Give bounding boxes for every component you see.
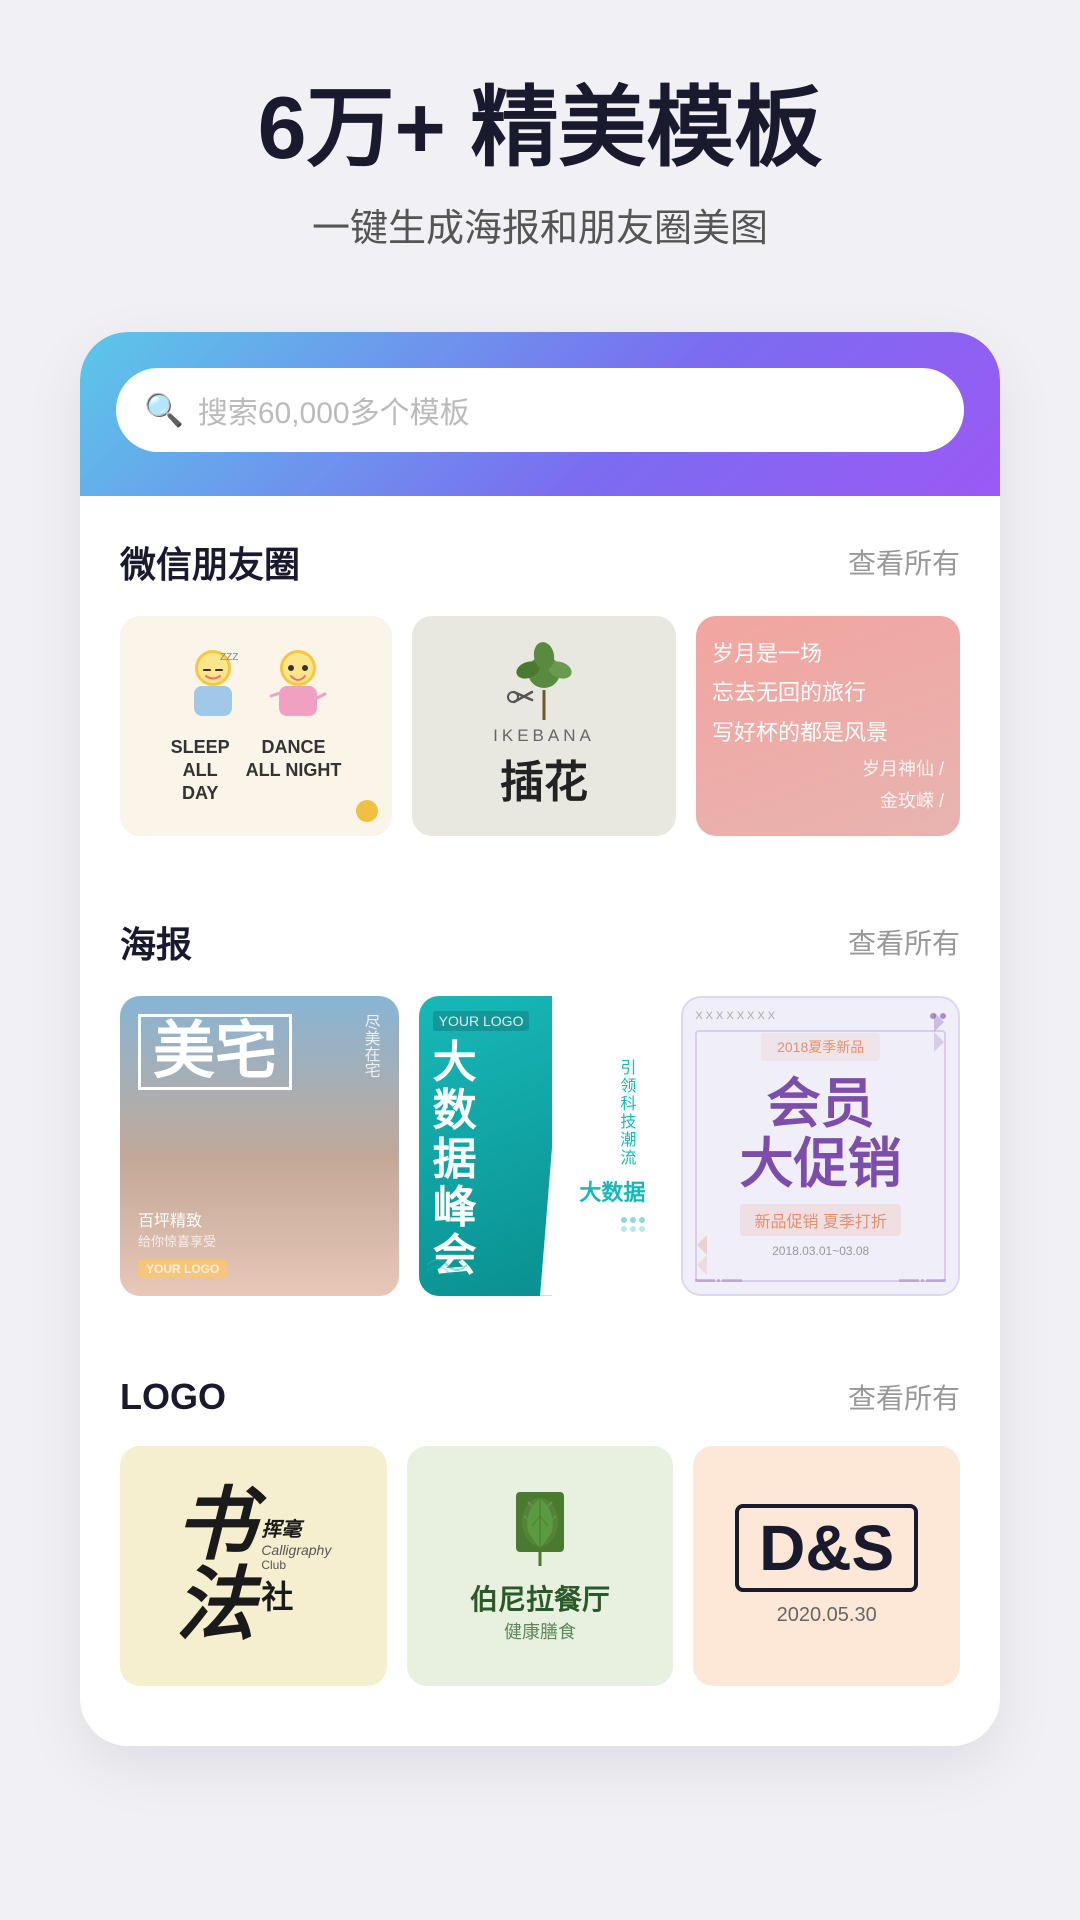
search-header: 🔍 搜索60,000多个模板	[80, 332, 1000, 496]
cartoon-figures: ZZZ	[176, 646, 336, 726]
realestate-footer: 百坪精致 给你惊喜享受 YOUR LOGO	[138, 1147, 381, 1278]
logo-card-restaurant[interactable]: 伯尼拉餐厅 健康膳食	[407, 1446, 674, 1686]
flower-icon	[504, 642, 584, 722]
bigdata-wave	[427, 1255, 467, 1280]
bigdata-right: 引领科技潮流 大数据	[540, 996, 661, 1296]
bigdata-logo: YOUR LOGO	[433, 1011, 530, 1031]
realestate-side: 尽美在宅	[358, 1014, 380, 1078]
poster-section-title: 海报	[120, 916, 192, 968]
restaurant-logo: 伯尼拉餐厅 健康膳食	[470, 1488, 610, 1644]
bigdata-title: 大数据峰会	[433, 1039, 538, 1281]
calligraphy-big-char: 书法	[175, 1486, 255, 1646]
logo-cards-row: 书法 挥毫 Calligraphy Club 社	[120, 1446, 960, 1686]
wechat-card-sleep-dance[interactable]: ZZZ	[120, 616, 392, 836]
poster-section: 海报 查看所有 美宅 尽美在宅 百坪精致 给你惊喜享受 YOUR LOGO	[80, 876, 1000, 1316]
wechat-section-title: 微信朋友圈	[120, 536, 300, 588]
ds-date: 2020.05.30	[777, 1604, 877, 1627]
wechat-cards-row: ZZZ	[120, 616, 960, 836]
logo-card-ds[interactable]: D&S 2020.05.30	[693, 1446, 960, 1686]
ikebana-zh: 插花	[500, 746, 588, 810]
wechat-card-ikebana[interactable]: IKEBANA 插花	[412, 616, 676, 836]
app-card: 🔍 搜索60,000多个模板 微信朋友圈 查看所有	[80, 332, 1000, 1746]
poem-text: 岁月是一场 忘去无回的旅行 写好杯的都是风景	[712, 634, 944, 753]
sleeping-figure-icon: ZZZ	[176, 646, 251, 726]
deco-triangle-left	[697, 1235, 717, 1280]
realestate-top: 美宅 尽美在宅	[138, 1014, 381, 1090]
hero-title: 6万+ 精美模板	[60, 80, 1020, 177]
search-bar[interactable]: 🔍 搜索60,000多个模板	[116, 368, 964, 452]
member-badge: 2018夏季新品	[761, 1033, 880, 1061]
restaurant-name: 伯尼拉餐厅	[470, 1578, 610, 1618]
poster-view-all[interactable]: 查看所有	[848, 922, 960, 962]
deco-triangle-right	[924, 1012, 944, 1057]
calligraphy-swing-char: 挥毫	[261, 1513, 331, 1542]
wechat-section-header: 微信朋友圈 查看所有	[120, 536, 960, 588]
sleep-dance-labels: SLEEP ALL DAY DANCE ALL NIGHT	[171, 736, 342, 806]
search-icon: 🔍	[144, 391, 184, 429]
member-deco-top: XXXXXXXX	[695, 1010, 946, 1022]
poem-footer: 岁月神仙 / 金玫嵘 /	[712, 753, 944, 818]
poster-cards-row: 美宅 尽美在宅 百坪精致 给你惊喜享受 YOUR LOGO YOUR LOGO …	[120, 996, 960, 1296]
poster-section-header: 海报 查看所有	[120, 916, 960, 968]
poster-card-realestate[interactable]: 美宅 尽美在宅 百坪精致 给你惊喜享受 YOUR LOGO	[120, 996, 399, 1296]
calligraphy-logo: 书法 挥毫 Calligraphy Club 社	[175, 1486, 331, 1646]
leaf-icon	[508, 1488, 572, 1568]
logo-section-title: LOGO	[120, 1376, 226, 1418]
sleep-label: SLEEP ALL DAY	[171, 736, 230, 806]
leaf-container	[508, 1488, 572, 1568]
member-main: 会员 大促销	[740, 1075, 902, 1194]
ds-main-logo: D&S	[735, 1504, 918, 1592]
poster-card-bigdata[interactable]: YOUR LOGO 大数据峰会 引领科技潮流 大数据	[419, 996, 662, 1296]
svg-text:ZZZ: ZZZ	[220, 652, 238, 663]
wechat-view-all[interactable]: 查看所有	[848, 542, 960, 582]
member-sub: 新品促销 夏季打折	[740, 1204, 900, 1236]
member-date: 2018.03.01~03.08	[772, 1244, 869, 1258]
poster-card-member[interactable]: XXXXXXXX 2018夏季新品 会员 大促销 新品促销 夏季打折 2018.…	[681, 996, 960, 1296]
logo-section: LOGO 查看所有 书法 挥毫 Calligraphy Club 社	[80, 1336, 1000, 1706]
ikebana-en: IKEBANA	[493, 726, 595, 746]
hero-section: 6万+ 精美模板 一键生成海报和朋友圈美图	[0, 0, 1080, 292]
search-placeholder-text: 搜索60,000多个模板	[198, 388, 470, 432]
hero-subtitle: 一键生成海报和朋友圈美图	[60, 197, 1020, 252]
restaurant-sub: 健康膳食	[470, 1618, 610, 1644]
logo-view-all[interactable]: 查看所有	[848, 1377, 960, 1417]
calligraphy-club-en: Club	[261, 1558, 331, 1572]
member-deco-bottom	[695, 1279, 946, 1282]
calligraphy-en: Calligraphy	[261, 1542, 331, 1558]
logo-section-header: LOGO 查看所有	[120, 1376, 960, 1418]
wechat-section: 微信朋友圈 查看所有 ZZZ	[80, 496, 1000, 856]
dancing-figure-icon	[261, 646, 336, 726]
calligraphy-club-zh: 社	[261, 1572, 331, 1618]
logo-card-calligraphy[interactable]: 书法 挥毫 Calligraphy Club 社	[120, 1446, 387, 1686]
bigdata-left: YOUR LOGO 大数据峰会	[419, 996, 552, 1296]
realestate-main: 美宅	[138, 1014, 292, 1090]
dance-label: DANCE ALL NIGHT	[246, 736, 342, 783]
badge-icon	[356, 800, 378, 822]
wechat-card-poem[interactable]: 岁月是一场 忘去无回的旅行 写好杯的都是风景 岁月神仙 / 金玫嵘 /	[696, 616, 960, 836]
